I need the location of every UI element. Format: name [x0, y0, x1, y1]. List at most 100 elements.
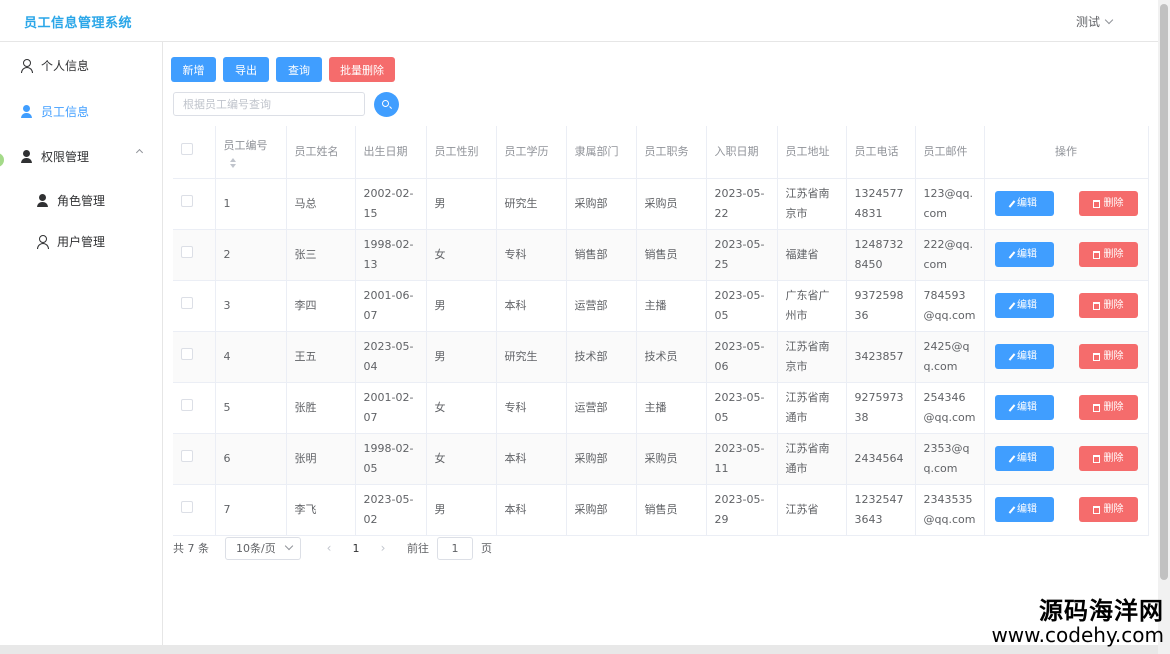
row-checkbox[interactable]	[181, 245, 193, 258]
delete-button[interactable]: 删除	[1078, 242, 1138, 267]
user-menu[interactable]: 测试	[1075, 13, 1114, 30]
delete-button[interactable]: 删除	[1078, 191, 1138, 216]
next-page-icon[interactable]: ›	[373, 541, 393, 555]
edit-button[interactable]: 编辑	[994, 191, 1054, 216]
column-header: 员工姓名	[286, 126, 356, 179]
user-outline-icon	[20, 59, 33, 73]
table-row[interactable]: 1 马总 2002-02-15 男研究生 采购部 采购员 2023-05-22 江苏省南京市 1…	[173, 178, 1149, 230]
table-cell: 研究生	[496, 178, 567, 230]
table-cell: 运营部	[566, 382, 637, 434]
page-size-select[interactable]: 10条/页	[225, 536, 301, 560]
column-header: 入职日期	[706, 126, 778, 179]
table-cell: 女	[426, 433, 497, 485]
edit-button[interactable]: 编辑	[994, 446, 1054, 471]
chevron-up-icon[interactable]	[135, 148, 144, 157]
table-cell: 13245774831	[846, 178, 916, 230]
row-select-cell	[173, 484, 216, 536]
table-cell: 123@qq.com	[915, 178, 985, 230]
row-checkbox[interactable]	[181, 449, 193, 462]
row-checkbox[interactable]	[181, 398, 193, 411]
row-actions: 编辑 删除	[984, 382, 1149, 434]
table-cell: 2	[215, 229, 287, 281]
row-checkbox[interactable]	[181, 194, 193, 207]
select-all-checkbox[interactable]	[181, 142, 193, 155]
table-cell: 福建省	[777, 229, 847, 281]
edit-icon	[1008, 301, 1016, 310]
table-row[interactable]: 5 张胜 2001-02-07 女专科 运营部 主播 2023-05-05 江苏省南通市 927…	[173, 382, 1149, 434]
sidebar-item-personal-info[interactable]: 个人信息	[20, 57, 89, 74]
delete-button[interactable]: 删除	[1078, 344, 1138, 369]
delete-icon	[1092, 454, 1100, 463]
table-cell: 专科	[496, 229, 567, 281]
edit-button[interactable]: 编辑	[994, 395, 1054, 420]
employee-table: 员工编号 员工姓名 出生日期 员工性别 员工学历 隶属部门 员工职务 入职日期 …	[173, 126, 1149, 536]
sort-desc-icon[interactable]	[229, 163, 236, 168]
sort-asc-icon[interactable]	[229, 157, 236, 162]
sidebar-item-employee-info[interactable]: 员工信息	[20, 103, 89, 120]
table-cell: 2023-05-05	[706, 382, 778, 434]
table-cell: 2023-05-05	[706, 280, 778, 332]
table-cell: 男	[426, 178, 497, 230]
row-checkbox[interactable]	[181, 296, 193, 309]
table-cell: 王五	[286, 331, 356, 383]
sidebar-item-label: 角色管理	[57, 194, 106, 208]
table-row[interactable]: 2 张三 1998-02-13 女专科 销售部 销售员 2023-05-25 福建省 12487…	[173, 229, 1149, 281]
user-solid-icon	[36, 194, 49, 207]
row-select-cell	[173, 433, 216, 485]
edit-button[interactable]: 编辑	[994, 293, 1054, 318]
page-number[interactable]: 1	[339, 542, 373, 555]
table-row[interactable]: 7 李飞 2023-05-02 男本科 采购部 销售员 2023-05-29 江苏省 12325…	[173, 484, 1149, 536]
table-cell: 2001-06-07	[355, 280, 427, 332]
search-icon	[382, 100, 389, 107]
delete-button[interactable]: 删除	[1078, 497, 1138, 522]
row-select-cell	[173, 280, 216, 332]
table-row[interactable]: 3 李四 2001-06-07 男本科 运营部 主播 2023-05-05 广东省广州市 937…	[173, 280, 1149, 332]
add-button[interactable]: 新增	[171, 57, 216, 82]
scrollbar-thumb[interactable]	[1160, 4, 1168, 580]
user-name: 测试	[1075, 15, 1100, 29]
edit-button[interactable]: 编辑	[994, 344, 1054, 369]
table-cell: 2023-05-22	[706, 178, 778, 230]
table-cell: 784593@qq.com	[915, 280, 985, 332]
prev-page-icon[interactable]: ‹	[319, 541, 339, 555]
sidebar-item-user[interactable]: 用户管理	[36, 233, 105, 250]
vertical-scrollbar[interactable]	[1158, 0, 1170, 654]
table-row[interactable]: 6 张明 1998-02-05 女本科 采购部 采购员 2023-05-11 江苏省南通市 24…	[173, 433, 1149, 485]
table-cell: 2023-05-29	[706, 484, 778, 536]
table-cell: 2023-05-25	[706, 229, 778, 281]
goto-page-input[interactable]	[437, 536, 473, 560]
watermark: 源码海洋网 www.codehy.com	[991, 597, 1164, 646]
user-solid-icon	[20, 150, 33, 163]
sidebar-item-permission[interactable]: 权限管理	[20, 148, 89, 165]
batch-delete-button[interactable]: 批量删除	[329, 57, 395, 82]
search-button[interactable]	[374, 92, 399, 117]
table-row[interactable]: 4 王五 2023-05-04 男研究生 技术部 技术员 2023-05-06 江苏省南京市 3…	[173, 331, 1149, 383]
column-header: 操作	[984, 126, 1149, 179]
edit-button[interactable]: 编辑	[994, 497, 1054, 522]
table-cell: 技术员	[636, 331, 707, 383]
select-all-cell	[173, 126, 216, 179]
horizontal-scrollbar[interactable]	[0, 645, 1158, 654]
table-cell: 采购员	[636, 178, 707, 230]
column-header-id[interactable]: 员工编号	[215, 126, 287, 179]
table-cell: 采购部	[566, 484, 637, 536]
search-input[interactable]	[173, 92, 365, 116]
table-cell: 2023-05-02	[355, 484, 427, 536]
query-button[interactable]: 查询	[276, 57, 322, 82]
table-cell: 张胜	[286, 382, 356, 434]
column-header: 员工邮件	[915, 126, 985, 179]
table-cell: 专科	[496, 382, 567, 434]
sidebar-item-role[interactable]: 角色管理	[36, 192, 105, 209]
edit-icon	[1008, 505, 1016, 514]
goto-suffix: 页	[481, 542, 492, 555]
edit-button[interactable]: 编辑	[994, 242, 1054, 267]
table-cell: 江苏省南通市	[777, 382, 847, 434]
delete-button[interactable]: 删除	[1078, 395, 1138, 420]
row-checkbox[interactable]	[181, 500, 193, 513]
export-button[interactable]: 导出	[223, 57, 269, 82]
table-cell: 937259836	[846, 280, 916, 332]
table-cell: 2425@qq.com	[915, 331, 985, 383]
delete-button[interactable]: 删除	[1078, 293, 1138, 318]
row-checkbox[interactable]	[181, 347, 193, 360]
delete-button[interactable]: 删除	[1078, 446, 1138, 471]
